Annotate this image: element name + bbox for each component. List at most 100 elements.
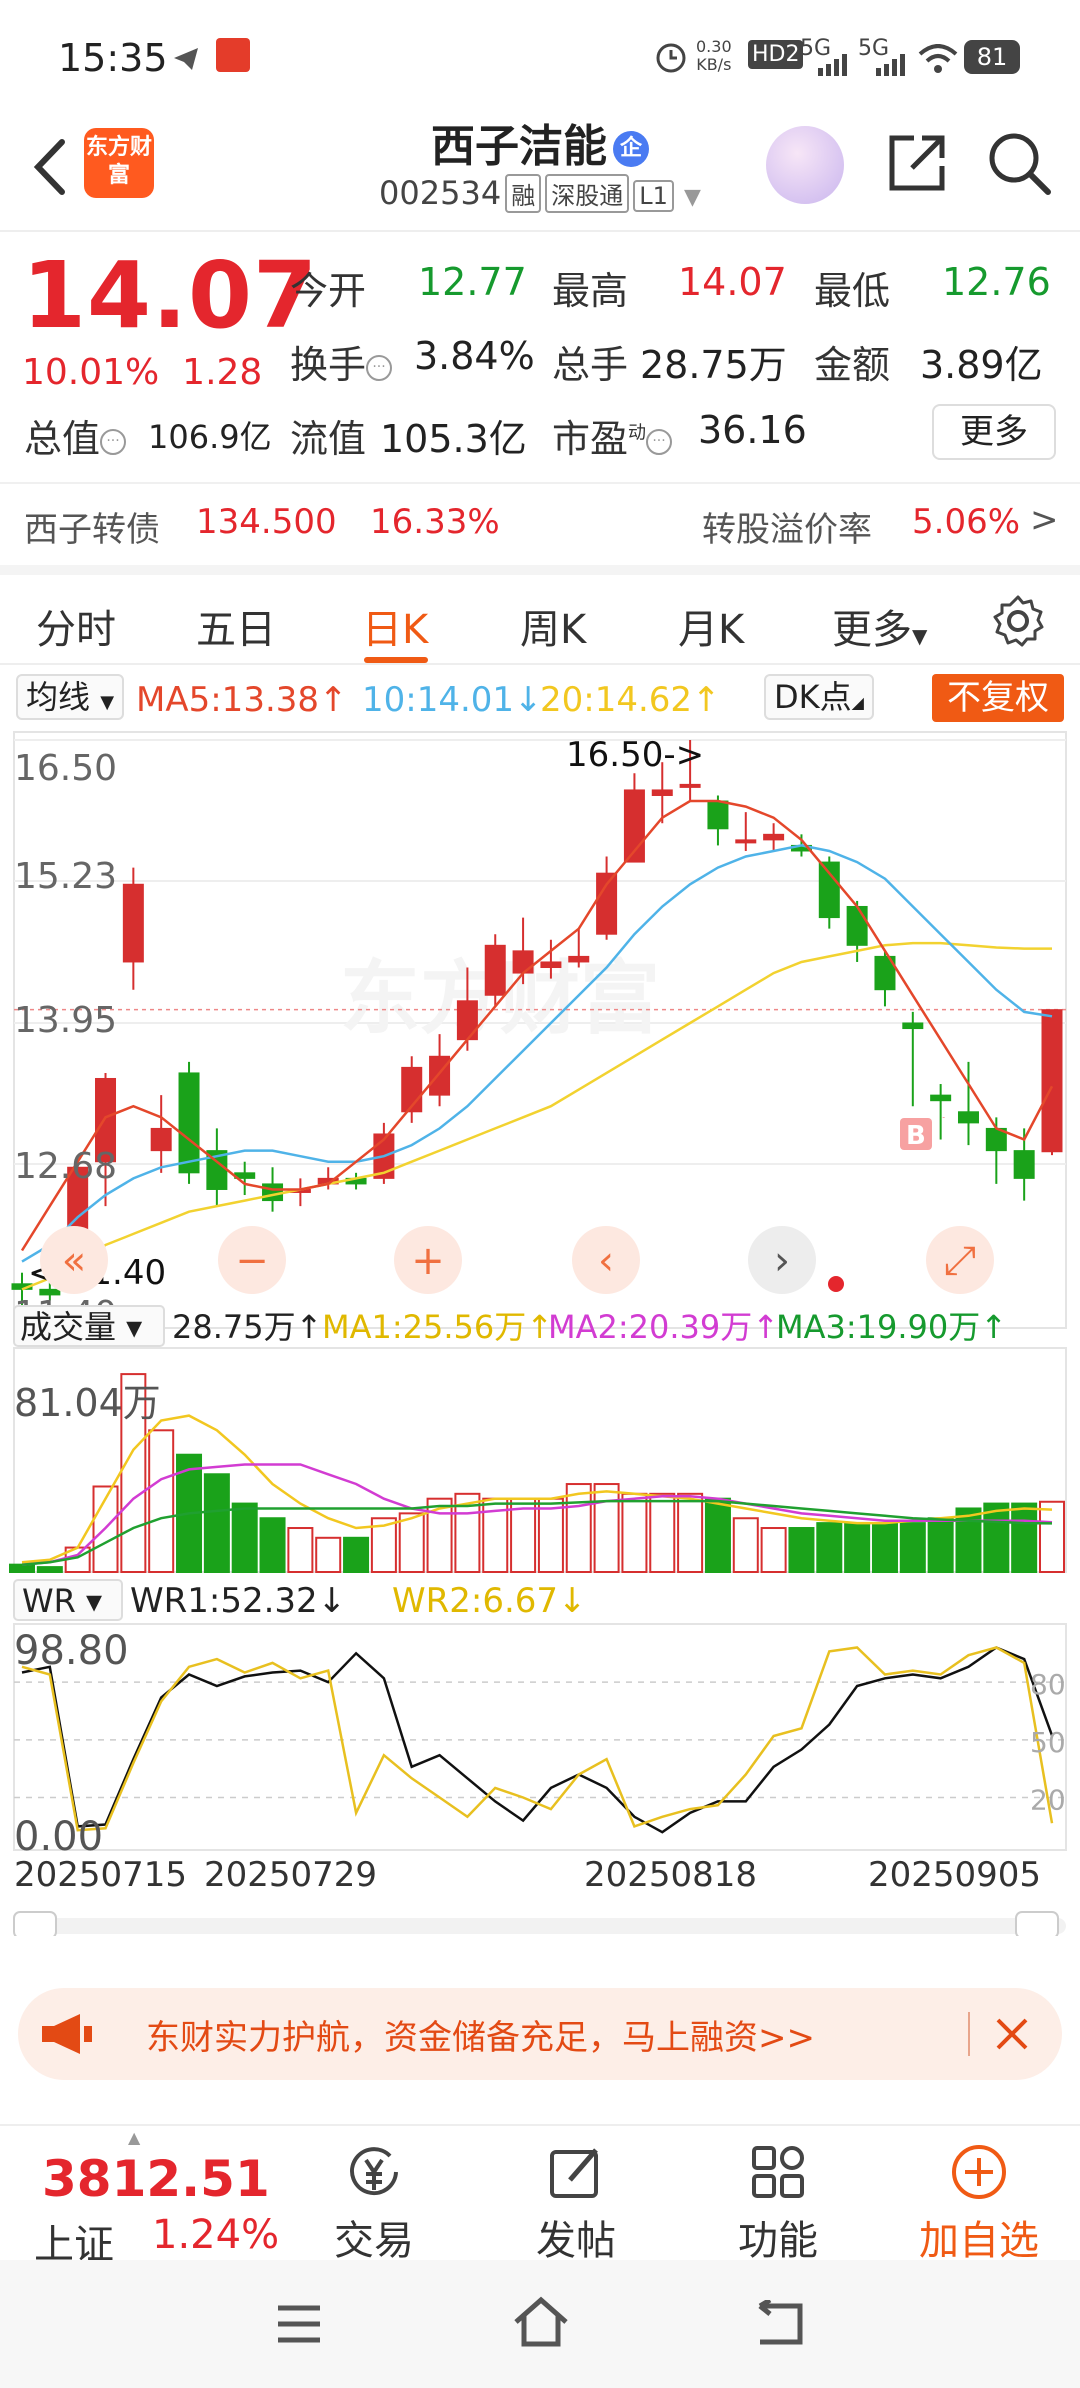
enterprise-badge: 企 <box>613 131 649 167</box>
vol-ma2-value: MA2:20.39万↑ <box>548 1308 779 1346</box>
volume-bar <box>1039 1500 1065 1573</box>
scroll-handle-left[interactable] <box>13 1911 57 1939</box>
search-icon[interactable] <box>984 128 1054 198</box>
candle-body <box>150 1127 172 1152</box>
divider <box>968 2012 970 2056</box>
scroll-handle-right[interactable] <box>1015 1911 1059 1939</box>
mktcap-label-text: 总值 <box>24 417 101 461</box>
pe-value: 36.16 <box>698 408 807 452</box>
price-tick-label: 13.95 <box>14 1000 117 1041</box>
candle-body <box>735 839 757 844</box>
expand-up-icon: ▲ <box>128 2128 141 2147</box>
wr-right-tick: 80 <box>1030 1668 1066 1701</box>
settings-gear-icon[interactable] <box>990 593 1046 649</box>
promo-banner[interactable]: 东财实力护航，资金储备充足，马上融资>> <box>18 1988 1062 2080</box>
volume-bar <box>1011 1502 1038 1574</box>
date-label: 20250715 <box>14 1855 187 1895</box>
chart-control-icon: ⤢ <box>944 1238 976 1284</box>
volume-bar <box>649 1492 676 1574</box>
add-watchlist-label: 加自选 <box>919 2218 1039 2264</box>
volume-bar <box>983 1502 1010 1574</box>
candle-body <box>484 944 506 996</box>
convertible-row[interactable]: 西子转债 134.500 16.33% 转股溢价率 5.06% > <box>0 482 1080 562</box>
grid-icon <box>752 2146 804 2198</box>
high-marker: 16.50-> <box>566 735 704 775</box>
page-dot <box>828 1276 844 1292</box>
candle-body <box>957 1111 979 1124</box>
high-label: 最高 <box>552 269 629 313</box>
date-label: 20250729 <box>204 1855 377 1895</box>
volume-bar <box>927 1517 954 1574</box>
price-change: 10.01% 1.28 <box>22 352 262 393</box>
trade-icon <box>350 2147 398 2196</box>
dk-point-selector[interactable]: DK点◢ <box>764 674 874 720</box>
back-nav-icon[interactable] <box>754 2300 806 2348</box>
tab-daily-k[interactable]: 日K <box>362 597 428 655</box>
hd-badge: HD2 <box>748 40 804 69</box>
vol-ma1-value: MA1:25.56万↑ <box>322 1308 553 1346</box>
more-button[interactable]: 更多 <box>932 404 1056 460</box>
add-watchlist-button[interactable]: 加自选 <box>904 2142 1054 2266</box>
pe-sup: 动 <box>628 422 647 444</box>
trade-button[interactable]: 交易 <box>314 2142 434 2266</box>
indicator-selector[interactable]: 均线 ▼ <box>16 674 125 720</box>
functions-button[interactable]: 功能 <box>718 2142 838 2266</box>
vol-ma3-value: MA3:19.90万↑ <box>776 1308 1007 1346</box>
info-icon[interactable]: ··· <box>646 428 673 455</box>
caret-down-icon: ▼ <box>912 624 928 648</box>
tab-intraday[interactable]: 分时 <box>36 597 116 655</box>
tab-monthly-k[interactable]: 月K <box>678 597 744 655</box>
volume-bar <box>9 1563 35 1574</box>
volume-bar <box>704 1497 731 1574</box>
candle-body <box>846 905 868 946</box>
volume-bar <box>899 1522 926 1574</box>
caret-down-icon: ▼ <box>100 692 115 713</box>
assistant-avatar-icon[interactable] <box>766 126 844 204</box>
net-speed-unit: KB/s <box>696 55 732 74</box>
share-icon[interactable] <box>884 130 950 196</box>
adjust-button[interactable]: 不复权 <box>932 674 1064 722</box>
candle-body <box>456 1000 478 1041</box>
ma5-value: MA5:13.38↑ <box>136 680 348 720</box>
chevron-right-icon: > <box>1030 500 1059 540</box>
ma10-line <box>21 844 1053 1263</box>
volume-bar <box>760 1527 787 1574</box>
info-icon[interactable]: ··· <box>366 354 393 381</box>
period-tabs: 分时 五日 日K 周K 月K 更多▼ <box>0 565 1080 665</box>
turnover-label-text: 换手 <box>290 343 367 387</box>
candle-body <box>679 783 701 788</box>
home-icon[interactable] <box>512 2296 570 2348</box>
wr-panel-frame <box>13 1623 1067 1851</box>
candle-body <box>568 955 590 963</box>
b-marker-label: B <box>906 1121 926 1151</box>
info-icon[interactable]: ··· <box>100 428 127 455</box>
volume-bar <box>343 1536 370 1574</box>
wr-right-tick: 50 <box>1030 1726 1066 1759</box>
price-tick-label: 12.68 <box>14 1146 117 1187</box>
close-icon[interactable] <box>994 2016 1030 2052</box>
index-value[interactable]: 3812.51 <box>42 2150 270 2208</box>
kline-chart[interactable]: 东方财富16.5015.2313.9512.6811.4016.50-><-11… <box>0 726 1080 1939</box>
turnover-value: 3.84% <box>414 334 535 378</box>
corner-icon: ◢ <box>851 693 864 712</box>
float-label: 流值 <box>290 417 367 461</box>
chart-control-icon: + <box>411 1238 445 1284</box>
chart-control-icon: ‹ <box>598 1238 614 1284</box>
stock-code: 002534 <box>379 174 502 212</box>
candle-body <box>512 950 534 974</box>
chart-area[interactable]: 东方财富16.5015.2313.9512.6811.4016.50-><-11… <box>0 726 1080 1939</box>
tab-weekly-k[interactable]: 周K <box>520 597 586 655</box>
trade-label: 交易 <box>334 2218 414 2264</box>
edit-icon <box>550 2148 598 2198</box>
cb-premium: 5.06% <box>912 502 1021 542</box>
volume-bar <box>816 1522 843 1574</box>
tab-more[interactable]: 更多▼ <box>832 597 927 655</box>
wr-selector: WR ▾ <box>22 1582 102 1620</box>
candle-body <box>429 1055 451 1096</box>
chart-control-icon: › <box>774 1238 790 1284</box>
chevron-down-icon: ▼ <box>684 185 701 210</box>
post-button[interactable]: 发帖 <box>516 2142 636 2266</box>
menu-icon[interactable] <box>274 2302 324 2346</box>
connect-tag: 深股通 <box>545 174 630 213</box>
tab-five-day[interactable]: 五日 <box>196 597 276 655</box>
